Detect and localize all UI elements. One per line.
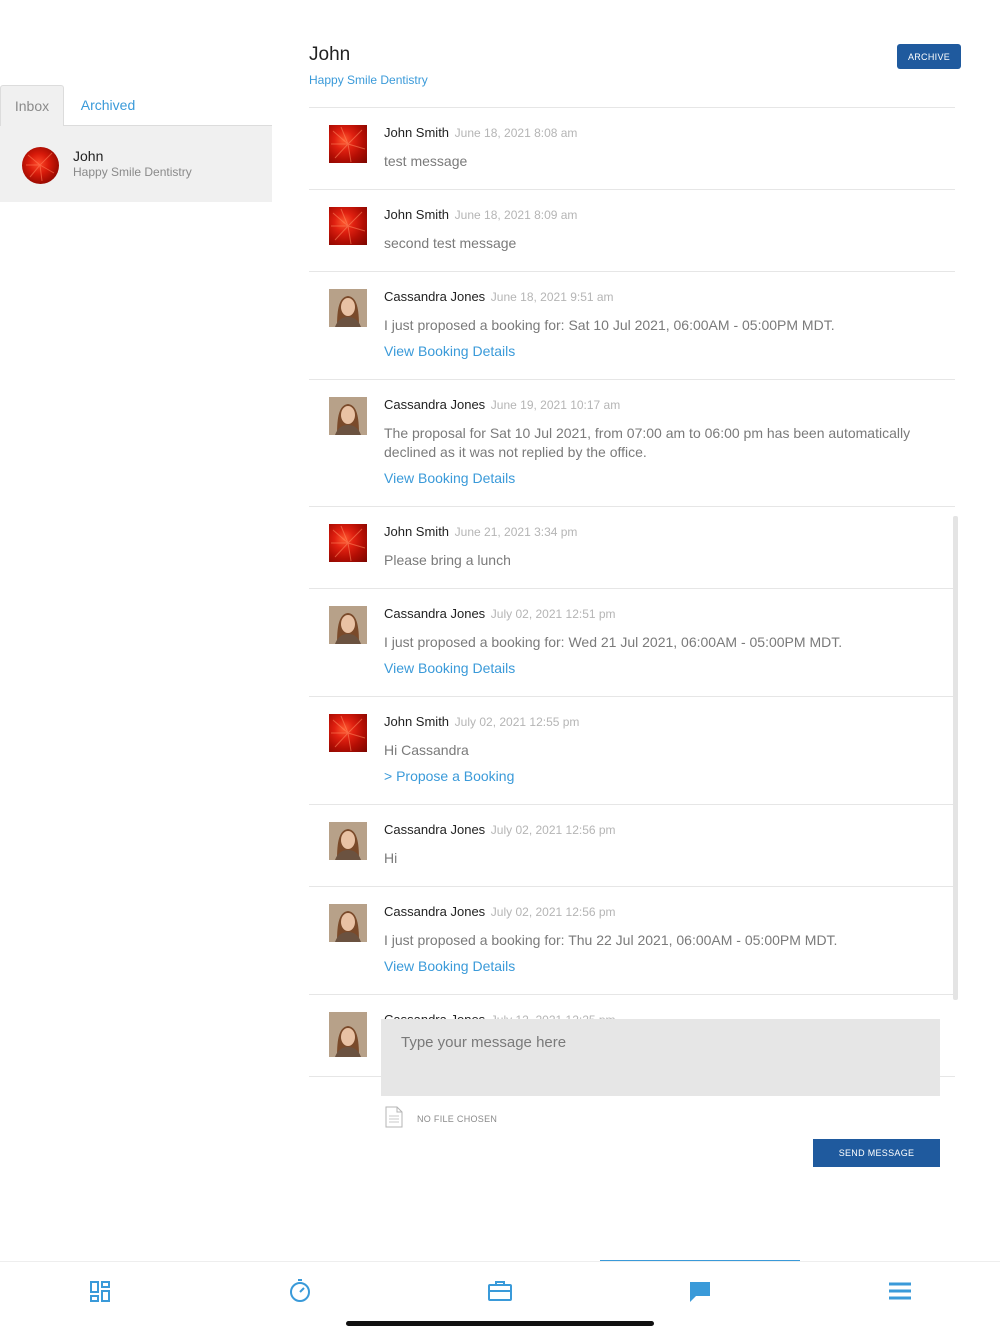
tab-archived[interactable]: Archived <box>68 85 148 126</box>
message-item: John Smith June 21, 2021 3:34 pm Please b… <box>309 507 955 589</box>
propose-booking-link[interactable]: > Propose a Booking <box>384 768 514 784</box>
message-item: Cassandra Jones June 19, 2021 10:17 am Th… <box>309 380 955 507</box>
view-booking-details-link[interactable]: View Booking Details <box>384 470 515 486</box>
home-indicator <box>346 1321 654 1326</box>
avatar <box>329 125 367 163</box>
dashboard-icon[interactable] <box>85 1276 115 1306</box>
inbox-tabs: Inbox Archived <box>0 85 272 126</box>
message-time: June 18, 2021 8:09 am <box>454 208 578 222</box>
message-body: I just proposed a booking for: Sat 10 Ju… <box>384 317 835 333</box>
avatar <box>329 207 367 245</box>
timer-icon[interactable] <box>285 1276 315 1306</box>
company-link[interactable]: Happy Smile Dentistry <box>309 73 428 87</box>
message-time: July 02, 2021 12:56 pm <box>490 823 616 837</box>
view-booking-details-link[interactable]: View Booking Details <box>384 343 515 359</box>
message-time: June 21, 2021 3:34 pm <box>454 525 578 539</box>
view-booking-details-link[interactable]: View Booking Details <box>384 958 515 974</box>
message-body: I just proposed a booking for: Thu 22 Ju… <box>384 932 838 948</box>
message-body: second test message <box>384 235 517 251</box>
message-time: June 19, 2021 10:17 am <box>490 398 621 412</box>
conversation-name: John <box>73 148 104 164</box>
avatar <box>329 289 367 327</box>
message-input[interactable] <box>381 1019 940 1096</box>
message-item: John Smith June 18, 2021 8:09 am second t… <box>309 190 955 272</box>
message-list: John Smith June 18, 2021 8:08 am test mes… <box>309 107 955 1077</box>
scrollbar[interactable] <box>953 516 958 1000</box>
view-booking-details-link[interactable]: View Booking Details <box>384 660 515 676</box>
message-time: June 18, 2021 9:51 am <box>490 290 614 304</box>
sender-name: Cassandra Jones <box>384 606 486 621</box>
message-meta: Cassandra Jones July 02, 2021 12:56 pm <box>384 822 935 838</box>
avatar <box>329 822 367 860</box>
conversation-panel: Inbox Archived John Happy Smile Dentistr… <box>0 0 272 1260</box>
message-body: Hi <box>384 850 398 866</box>
archive-button[interactable]: ARCHIVE <box>897 44 961 69</box>
avatar <box>329 524 367 562</box>
message-meta: Cassandra Jones July 02, 2021 12:51 pm <box>384 606 935 622</box>
message-item: Cassandra Jones July 02, 2021 12:56 pm Hi <box>309 805 955 887</box>
avatar <box>329 904 367 942</box>
sender-name: John Smith <box>384 524 450 539</box>
page-title: John <box>309 44 351 65</box>
message-body: test message <box>384 153 468 169</box>
message-body: The proposal for Sat 10 Jul 2021, from 0… <box>384 425 911 460</box>
sender-name: John Smith <box>384 714 450 729</box>
message-meta: John Smith July 02, 2021 12:55 pm <box>384 714 935 730</box>
message-time: July 02, 2021 12:55 pm <box>454 715 580 729</box>
message-item: Cassandra Jones July 02, 2021 12:51 pm I … <box>309 589 955 697</box>
message-meta: John Smith June 21, 2021 3:34 pm <box>384 524 935 540</box>
message-body: Hi Cassandra <box>384 742 469 758</box>
message-time: June 18, 2021 8:08 am <box>454 126 578 140</box>
sender-name: Cassandra Jones <box>384 397 486 412</box>
message-meta: John Smith June 18, 2021 8:08 am <box>384 125 935 141</box>
sender-name: Cassandra Jones <box>384 822 486 837</box>
file-icon[interactable] <box>385 1106 403 1128</box>
menu-icon[interactable] <box>885 1276 915 1306</box>
briefcase-icon[interactable] <box>485 1276 515 1306</box>
tab-inbox[interactable]: Inbox <box>0 85 64 126</box>
message-time: July 02, 2021 12:51 pm <box>490 607 616 621</box>
send-message-button[interactable]: SEND MESSAGE <box>813 1139 940 1167</box>
message-body: I just proposed a booking for: Wed 21 Ju… <box>384 634 843 650</box>
sender-name: John Smith <box>384 207 450 222</box>
message-meta: Cassandra Jones July 02, 2021 12:56 pm <box>384 904 935 920</box>
message-item: Cassandra Jones June 18, 2021 9:51 am I j… <box>309 272 955 380</box>
conversation-subtitle: Happy Smile Dentistry <box>73 165 192 179</box>
conversation-item[interactable]: John Happy Smile Dentistry <box>0 126 272 202</box>
message-item: John Smith June 18, 2021 8:08 am test mes… <box>309 108 955 190</box>
avatar <box>329 714 367 752</box>
file-status: NO FILE CHOSEN <box>417 1114 498 1124</box>
sender-name: John Smith <box>384 125 450 140</box>
avatar <box>329 397 367 435</box>
message-body: Please bring a lunch <box>384 552 511 568</box>
message-item: Cassandra Jones July 02, 2021 12:56 pm I … <box>309 887 955 995</box>
message-item: John Smith July 02, 2021 12:55 pm Hi Cass… <box>309 697 955 805</box>
sender-name: Cassandra Jones <box>384 289 486 304</box>
avatar <box>329 606 367 644</box>
message-meta: Cassandra Jones June 18, 2021 9:51 am <box>384 289 935 305</box>
avatar <box>22 147 59 184</box>
chat-icon[interactable] <box>685 1276 715 1306</box>
message-meta: Cassandra Jones June 19, 2021 10:17 am <box>384 397 935 413</box>
sender-name: Cassandra Jones <box>384 904 486 919</box>
avatar <box>329 1019 367 1057</box>
message-meta: John Smith June 18, 2021 8:09 am <box>384 207 935 223</box>
message-time: July 02, 2021 12:56 pm <box>490 905 616 919</box>
